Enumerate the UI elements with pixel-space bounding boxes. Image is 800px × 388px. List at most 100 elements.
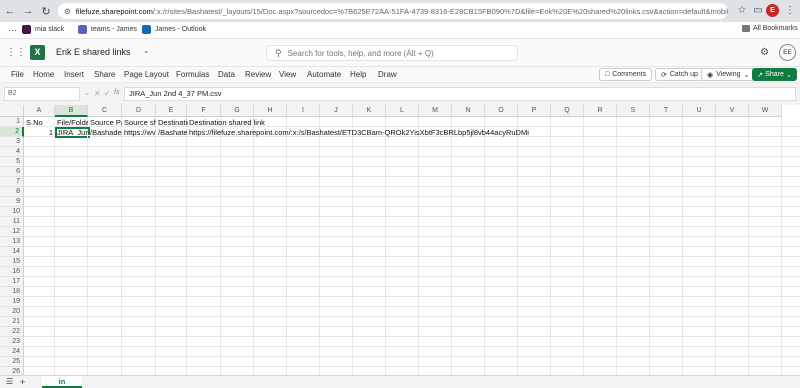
row-header-25[interactable]: 25 [0, 357, 24, 367]
column-header-a[interactable]: A [24, 105, 55, 117]
fill-handle[interactable] [87, 135, 91, 139]
column-header-v[interactable]: V [716, 105, 749, 117]
row-header-15[interactable]: 15 [0, 257, 24, 267]
column-header-d[interactable]: D [122, 105, 156, 117]
row-header-16[interactable]: 16 [0, 267, 24, 277]
tab-insert[interactable]: Insert [64, 70, 84, 79]
file-title[interactable]: Erik E shared links [56, 47, 131, 57]
share-button[interactable]: ↗ Share ⌄ [752, 68, 797, 81]
column-header-s[interactable]: S [617, 105, 650, 117]
column-header-c[interactable]: C [88, 105, 122, 117]
function-icon[interactable]: fx [114, 89, 119, 96]
catch-up-button[interactable]: ⟳ Catch up [655, 68, 704, 81]
tab-help[interactable]: Help [350, 70, 366, 79]
spreadsheet-grid[interactable]: ABCDEFGHIJKLMNOPQRSTUVW 1 2 3 4 5 6 7 8 9 10 11 12 1… [0, 105, 800, 375]
settings-gear-icon[interactable]: ⚙ [760, 47, 769, 58]
column-header-f[interactable]: F [187, 105, 221, 117]
chevron-down-icon[interactable]: ⌄ [143, 46, 150, 55]
row-header-4[interactable]: 4 [0, 147, 24, 157]
row-header-1[interactable]: 1 [0, 117, 24, 127]
column-header-i[interactable]: I [287, 105, 320, 117]
back-icon[interactable]: ← [2, 3, 18, 19]
cell-f2[interactable]: https://filefuze.sharepoint.com/:x:/s/Ba… [189, 128, 529, 138]
column-header-g[interactable]: G [221, 105, 254, 117]
bookmark-star-icon[interactable]: ☆ [734, 3, 750, 19]
cell-f1[interactable]: Destination shared link [189, 118, 329, 128]
tab-page-layout[interactable]: Page Layout [124, 70, 169, 79]
column-header-k[interactable]: K [353, 105, 386, 117]
enter-check-icon[interactable]: ✓ [104, 89, 111, 98]
column-header-e[interactable]: E [156, 105, 187, 117]
row-header-20[interactable]: 20 [0, 307, 24, 317]
profile-avatar[interactable]: E [766, 4, 779, 17]
reload-icon[interactable]: ↻ [38, 3, 54, 19]
row-header-10[interactable]: 10 [0, 207, 24, 217]
row-header-7[interactable]: 7 [0, 177, 24, 187]
tab-draw[interactable]: Draw [378, 70, 397, 79]
viewing-mode-button[interactable]: ◉ Viewing ⌄ [701, 68, 756, 81]
select-all-corner[interactable] [0, 105, 24, 117]
column-header-h[interactable]: H [254, 105, 287, 117]
cell-a1[interactable]: S.No [26, 118, 55, 128]
row-header-2[interactable]: 2 [0, 127, 24, 137]
bookmark-mia-slack[interactable]: mia slack [22, 25, 64, 34]
column-header-b[interactable]: B [55, 105, 88, 117]
tab-formulas[interactable]: Formulas [176, 70, 209, 79]
row-header-18[interactable]: 18 [0, 287, 24, 297]
forward-icon[interactable]: → [20, 3, 36, 19]
column-header-r[interactable]: R [584, 105, 617, 117]
row-header-9[interactable]: 9 [0, 197, 24, 207]
cell-d1[interactable]: Source sha [124, 118, 156, 128]
column-header-j[interactable]: J [320, 105, 353, 117]
row-header-13[interactable]: 13 [0, 237, 24, 247]
cell-c1[interactable]: Source Pat [90, 118, 122, 128]
user-avatar[interactable]: EE [779, 44, 796, 61]
row-header-6[interactable]: 6 [0, 167, 24, 177]
app-launcher-icon[interactable]: ⋮⋮ [6, 47, 26, 59]
row-header-14[interactable]: 14 [0, 247, 24, 257]
cell-a2[interactable]: 1 [26, 128, 55, 138]
row-header-22[interactable]: 22 [0, 327, 24, 337]
row-header-23[interactable]: 23 [0, 337, 24, 347]
search-box[interactable]: ⚲ Search for tools, help, and more (Alt … [266, 45, 518, 61]
cancel-icon[interactable]: ✕ [94, 89, 101, 98]
tab-automate[interactable]: Automate [307, 70, 341, 79]
cell-d2[interactable]: https://wv [124, 128, 156, 138]
tab-share[interactable]: Share [94, 70, 115, 79]
row-header-12[interactable]: 12 [0, 227, 24, 237]
sheet-tab[interactable]: in [42, 376, 82, 388]
cell-e1[interactable]: Destinatio [158, 118, 188, 128]
cell-c2[interactable]: /Bashadel [90, 128, 122, 138]
browser-menu-icon[interactable]: ⋮ [784, 3, 796, 19]
row-header-17[interactable]: 17 [0, 277, 24, 287]
column-header-o[interactable]: O [485, 105, 518, 117]
column-header-l[interactable]: L [386, 105, 419, 117]
column-header-n[interactable]: N [452, 105, 485, 117]
add-sheet-icon[interactable]: + [20, 377, 25, 387]
tab-data[interactable]: Data [218, 70, 235, 79]
row-header-21[interactable]: 21 [0, 317, 24, 327]
column-header-p[interactable]: P [518, 105, 551, 117]
row-header-8[interactable]: 8 [0, 187, 24, 197]
column-header-t[interactable]: T [650, 105, 683, 117]
row-header-3[interactable]: 3 [0, 137, 24, 147]
tab-home[interactable]: Home [33, 70, 54, 79]
bookmark-james-outlook[interactable]: James - Outlook [142, 25, 206, 34]
row-header-24[interactable]: 24 [0, 347, 24, 357]
sheet-list-icon[interactable]: ☰ [6, 377, 13, 386]
column-header-m[interactable]: M [419, 105, 452, 117]
bookmark-teams-james[interactable]: teams - James [78, 25, 137, 34]
row-header-26[interactable]: 26 [0, 367, 24, 375]
column-header-w[interactable]: W [749, 105, 782, 117]
apps-grid-icon[interactable]: ⋯ [8, 25, 17, 36]
name-box[interactable]: B2 [4, 87, 80, 101]
column-header-q[interactable]: Q [551, 105, 584, 117]
tab-view[interactable]: View [279, 70, 296, 79]
column-header-u[interactable]: U [683, 105, 716, 117]
chevron-down-icon[interactable]: ⌄ [84, 89, 90, 97]
cell-e2[interactable]: /Bashatest [158, 128, 188, 138]
tab-file[interactable]: File [11, 70, 24, 79]
row-header-11[interactable]: 11 [0, 217, 24, 227]
all-bookmarks[interactable]: All Bookmarks [742, 25, 798, 32]
tab-review[interactable]: Review [245, 70, 271, 79]
